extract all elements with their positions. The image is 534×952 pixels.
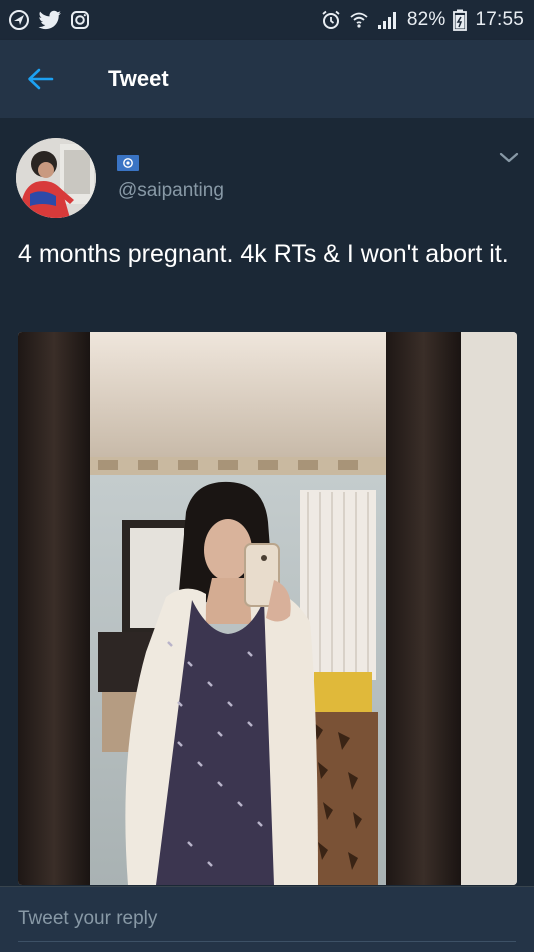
- tweet-text: 4 months pregnant. 4k RTs & I won't abor…: [18, 240, 509, 268]
- status-bar: 82% 17:55: [0, 0, 534, 40]
- instagram-icon: [71, 11, 89, 29]
- reply-input[interactable]: [18, 897, 516, 942]
- status-right-icons: 82% 17:55: [321, 9, 524, 31]
- clock: 17:55: [475, 9, 524, 30]
- avatar-image: [16, 138, 96, 218]
- avatar[interactable]: [16, 138, 96, 218]
- wifi-icon: [350, 12, 368, 28]
- back-button[interactable]: [0, 40, 80, 118]
- alarm-icon: [322, 10, 340, 29]
- app-header: Tweet: [0, 40, 534, 118]
- battery-percent: 82%: [406, 9, 446, 30]
- signal-icon: [377, 12, 396, 29]
- tweet: @saipanting 4 months pregnant. 4k RTs & …: [0, 118, 534, 886]
- arrow-left-icon: [28, 68, 54, 90]
- flag-icon: [117, 155, 139, 171]
- chevron-down-icon[interactable]: [496, 148, 522, 168]
- page-title: Tweet: [108, 66, 169, 91]
- twitter-icon: [38, 10, 61, 30]
- navigation-icon: [9, 10, 29, 30]
- status-left-icons: [8, 9, 90, 31]
- tweet-photo[interactable]: [18, 332, 517, 885]
- battery-icon: [453, 9, 468, 31]
- user-handle[interactable]: @saipanting: [118, 180, 224, 202]
- reply-bar: [0, 886, 534, 952]
